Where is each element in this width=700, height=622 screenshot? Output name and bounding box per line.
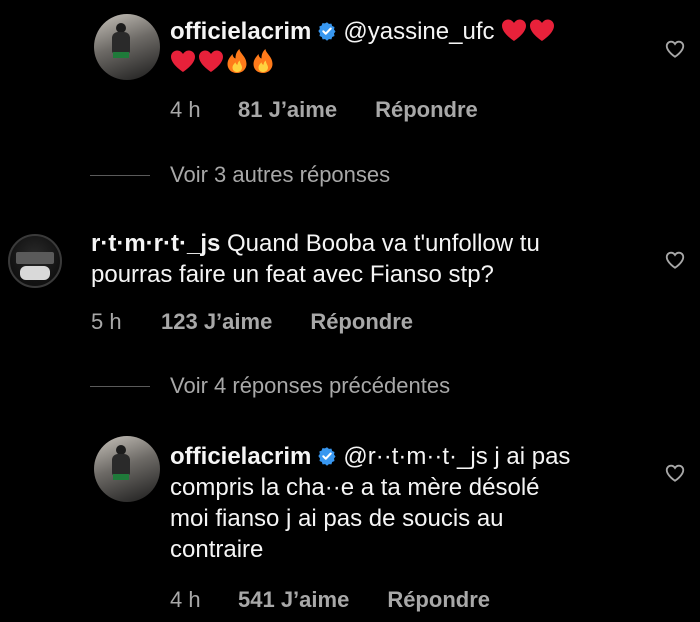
- divider: [90, 386, 150, 387]
- red-heart-emoji-icon: [530, 19, 555, 41]
- like-heart-icon[interactable]: [664, 249, 686, 271]
- comment-meta: 5 h 123 J’aime Répondre: [91, 309, 413, 335]
- view-previous-replies-button[interactable]: Voir 4 réponses précédentes: [170, 373, 450, 399]
- red-heart-emoji-icon: [502, 19, 527, 41]
- timestamp: 4 h: [170, 587, 201, 612]
- comment-text: officielacrim @yassine_ufc: [170, 16, 640, 78]
- avatar[interactable]: [94, 14, 160, 80]
- reply-button[interactable]: Répondre: [310, 309, 413, 335]
- timestamp: 5 h: [91, 309, 122, 334]
- avatar[interactable]: [8, 234, 62, 288]
- avatar[interactable]: [94, 436, 160, 502]
- comment-body-line4: contraire: [170, 536, 264, 563]
- mention-link[interactable]: @yassine_ufc: [343, 18, 494, 45]
- comment-body-line1: j ai pas: [494, 443, 571, 470]
- verified-badge-icon: [318, 22, 336, 41]
- reply-button[interactable]: Répondre: [387, 587, 490, 613]
- comment-text: r·t·m·r·t·_js Quand Booba va t'unfollow …: [91, 228, 651, 290]
- comment-meta: 4 h 541 J’aime Répondre: [170, 587, 490, 613]
- timestamp: 4 h: [170, 97, 201, 122]
- divider: [90, 175, 150, 176]
- verified-badge-icon: [318, 447, 336, 466]
- likes-count[interactable]: 541 J’aime: [238, 587, 349, 613]
- comment-body-line1: Quand Booba va t'unfollow tu: [227, 230, 540, 257]
- fire-emoji-icon: [253, 49, 273, 73]
- red-heart-emoji-icon: [199, 50, 223, 72]
- red-heart-emoji-icon: [171, 50, 195, 72]
- mention-link[interactable]: @r··t·m··t·_js: [343, 443, 487, 470]
- comment-meta: 4 h 81 J’aime Répondre: [170, 97, 478, 123]
- comment-body-line2: pourras faire un feat avec Fianso stp?: [91, 261, 494, 288]
- like-heart-icon[interactable]: [664, 462, 686, 484]
- reply-button[interactable]: Répondre: [375, 97, 478, 123]
- fire-emoji-icon: [227, 49, 247, 73]
- comment-text: officielacrim @r··t·m··t·_js j ai pas com…: [170, 441, 650, 565]
- view-more-replies-button[interactable]: Voir 3 autres réponses: [170, 162, 390, 188]
- username[interactable]: officielacrim: [170, 443, 311, 470]
- likes-count[interactable]: 123 J’aime: [161, 309, 272, 335]
- like-heart-icon[interactable]: [664, 38, 686, 60]
- username[interactable]: r·t·m·r·t·_js: [91, 230, 220, 257]
- comment-body-line3: moi fianso j ai pas de soucis au: [170, 505, 504, 532]
- likes-count[interactable]: 81 J’aime: [238, 97, 337, 123]
- username[interactable]: officielacrim: [170, 18, 311, 45]
- comment-body-line2: compris la cha··e a ta mère désolé: [170, 474, 540, 501]
